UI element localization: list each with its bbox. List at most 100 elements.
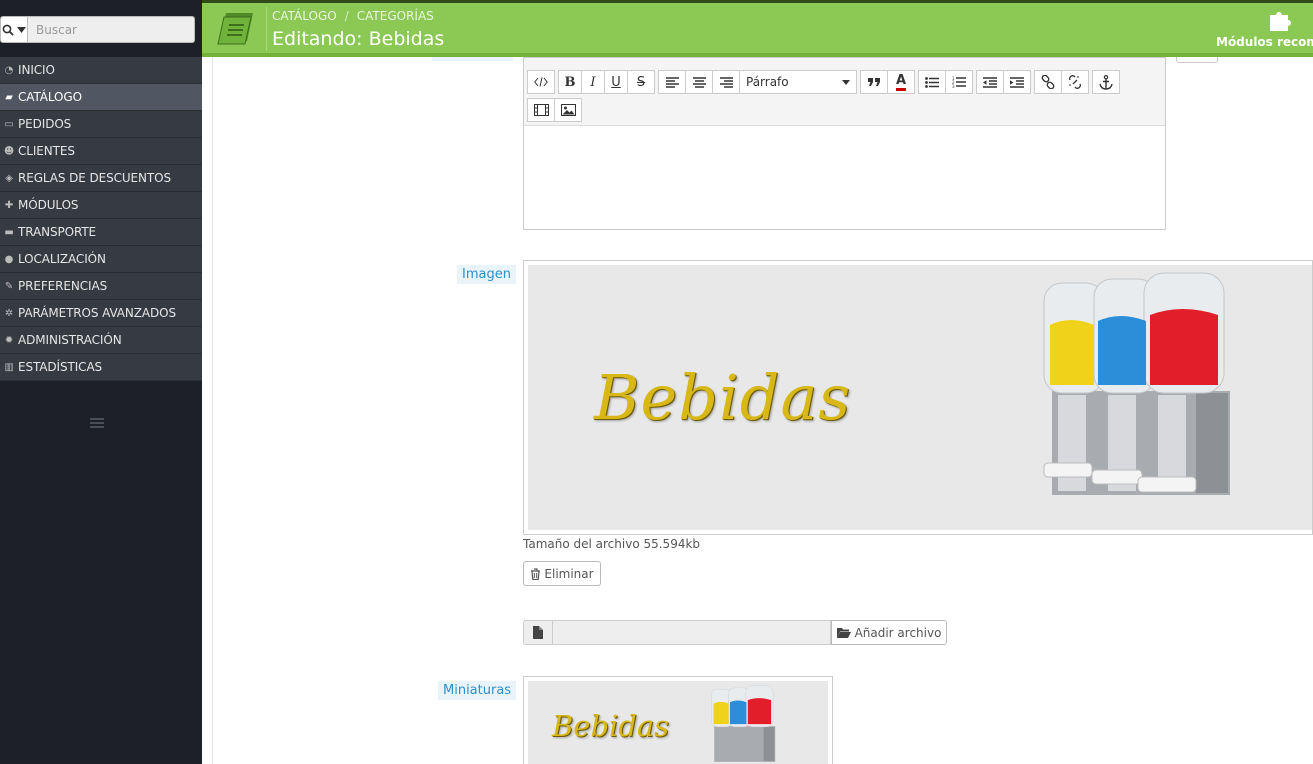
film-icon [533,104,549,116]
blockquote-button[interactable] [860,70,888,94]
file-size-text: Tamaño del archivo 55.594kb [523,537,701,551]
sidebar-item-users[interactable]: ☻ CLIENTES [0,138,202,165]
caret-down-icon [842,79,850,85]
indent-button[interactable] [1003,70,1031,94]
sidebar-item-truck[interactable]: ▬ TRANSPORTE [0,219,202,246]
underline-button[interactable]: U [604,70,628,94]
sidebar-item-label: CLIENTES [18,144,75,158]
catalog-book-icon [217,13,253,45]
language-button-fragment[interactable] [1176,57,1218,63]
thumbnails-field-label: Miniaturas [438,681,517,700]
bold-icon: B [564,74,576,90]
sidebar-item-label: TRANSPORTE [18,225,97,239]
sidebar-item-label: PARÁMETROS AVANZADOS [18,306,177,320]
rich-text-editor: B I U S Párrafo A 123 [523,57,1166,230]
trash-icon [531,567,541,580]
puzzle-icon: ✚ [4,199,14,211]
folder-open-icon [836,628,851,638]
text-color-icon: A [895,73,907,91]
file-name-input[interactable] [553,620,831,645]
strikethrough-button[interactable]: S [627,70,655,94]
breadcrumb: CATÁLOGO / CATEGORÍAS [272,9,434,23]
truck-icon: ▬ [4,226,14,238]
sidebar-item-credit-card[interactable]: ▭ PEDIDOS [0,111,202,138]
sidebar-item-label: MÓDULOS [18,198,79,212]
unlink-icon [1069,75,1081,89]
sidebar-item-gear[interactable]: ✹ ADMINISTRACIÓN [0,327,202,354]
dashboard-icon: ◔ [4,64,14,76]
header-divider [266,7,267,51]
text-color-button[interactable]: A [887,70,915,94]
sidebar-item-label: PREFERENCIAS [18,279,108,293]
description-label-fragment [432,57,513,61]
align-left-button[interactable] [658,70,686,94]
file-upload: Añadir archivo [523,620,947,645]
outdent-button[interactable] [976,70,1004,94]
code-icon [534,77,548,87]
sidebar-item-label: ESTADÍSTICAS [18,360,103,374]
bold-button[interactable]: B [558,70,582,94]
recommended-modules-button[interactable]: Módulos recomendados [1212,5,1313,55]
page-title: Editando: Bebidas [272,28,445,50]
users-icon: ☻ [3,145,15,157]
sidebar-item-dashboard[interactable]: ◔ INICIO [0,57,202,84]
sidebar-item-bar-chart[interactable]: ▥ ESTADÍSTICAS [0,354,202,381]
breadcrumb-categories[interactable]: CATEGORÍAS [357,9,434,23]
category-image: Bebidas [528,265,1312,530]
search-icon [2,24,14,36]
bar-chart-icon: ▥ [4,361,14,373]
thumbnail-image: Bebidas [528,681,828,764]
puzzle-icon [1270,12,1291,31]
editor-content-area[interactable] [524,126,1165,229]
sidebar-item-label: LOCALIZACIÓN [18,252,106,266]
indent-icon [1010,76,1024,88]
caret-down-icon [17,26,26,33]
breadcrumb-catalog[interactable]: CATÁLOGO [272,9,337,23]
sidebar-item-tag[interactable]: ◈ REGLAS DE DESCUENTOS [0,165,202,192]
insert-anchor-button[interactable] [1092,70,1120,94]
sidebar-item-cogs[interactable]: ✲ PARÁMETROS AVANZADOS [0,300,202,327]
remove-link-button[interactable] [1061,70,1089,94]
thumbnail-slush-machine-illustration [711,685,776,762]
globe-icon: ● [4,253,14,265]
thumbnail-banner-text: Bebidas [552,709,670,743]
cogs-icon: ✲ [4,307,14,319]
bullet-list-button[interactable] [918,70,946,94]
list-ul-icon [925,76,939,88]
category-image-preview: Bebidas [523,260,1313,535]
quote-icon [868,78,880,86]
align-center-icon [692,76,706,88]
file-icon [523,620,553,645]
insert-link-button[interactable] [1034,70,1062,94]
insert-image-button[interactable] [554,98,582,122]
sidebar-item-label: CATÁLOGO [18,90,82,104]
format-select[interactable]: Párrafo [739,70,857,94]
add-file-button[interactable]: Añadir archivo [831,620,947,645]
italic-button[interactable]: I [581,70,605,94]
image-banner-text: Bebidas [594,361,852,434]
sidebar: ◔ INICIO ▰ CATÁLOGO ▭ PEDIDOS ☻CLIENTES ◈ REGLAS… [0,0,202,764]
sidebar-item-book[interactable]: ▰ CATÁLOGO [0,84,202,111]
insert-media-button[interactable] [527,98,555,122]
list-ol-icon: 123 [952,76,966,88]
align-right-button[interactable] [712,70,740,94]
sidebar-item-wrench[interactable]: ✎ PREFERENCIAS [0,273,202,300]
numbered-list-button[interactable]: 123 [945,70,973,94]
sidebar-item-puzzle[interactable]: ✚ MÓDULOS [0,192,202,219]
collapse-menu-icon[interactable] [90,418,104,430]
search-scope-button[interactable] [0,16,28,43]
main-menu: ◔ INICIO ▰ CATÁLOGO ▭ PEDIDOS ☻ CLIENTES ◈ REGLAS… [0,57,202,381]
link-icon [1041,75,1055,89]
search-input[interactable] [28,16,195,43]
sidebar-item-label: PEDIDOS [18,117,72,131]
sidebar-item-globe[interactable]: ● LOCALIZACIÓN [0,246,202,273]
align-center-button[interactable] [685,70,713,94]
editor-toolbar: B I U S Párrafo A 123 [524,58,1165,126]
format-select-value: Párrafo [746,75,789,89]
gear-icon: ✹ [4,334,14,346]
sidebar-item-label: REGLAS DE DESCUENTOS [18,171,172,185]
strikethrough-icon: S [636,74,646,90]
delete-image-button[interactable]: Eliminar [523,561,601,586]
source-code-button[interactable] [527,70,555,94]
add-file-label: Añadir archivo [854,625,942,640]
